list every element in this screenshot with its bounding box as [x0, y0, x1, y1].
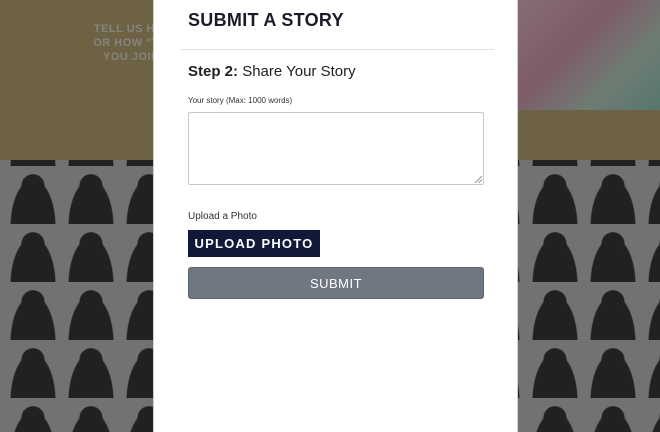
- story-textarea[interactable]: [188, 112, 484, 185]
- step-number: Step 2:: [188, 63, 239, 80]
- story-field-label: Your story (Max: 1000 words): [188, 96, 293, 105]
- submit-story-modal: SUBMIT A STORY Step 2: Share Your Story …: [153, 0, 518, 432]
- textarea-resize-handle[interactable]: [475, 176, 482, 183]
- upload-photo-label: Upload a Photo: [188, 211, 257, 222]
- step-heading: Step 2: Share Your Story: [188, 63, 356, 80]
- upload-photo-button[interactable]: UPLOAD PHOTO: [188, 230, 320, 257]
- page-stage: TELL US HOW Y OR HOW "THE S YOU JOIN #T …: [0, 0, 660, 432]
- submit-button[interactable]: SUBMIT: [188, 267, 484, 299]
- modal-divider: [180, 49, 494, 50]
- modal-title: SUBMIT A STORY: [188, 10, 344, 30]
- step-text: Share Your Story: [242, 63, 356, 80]
